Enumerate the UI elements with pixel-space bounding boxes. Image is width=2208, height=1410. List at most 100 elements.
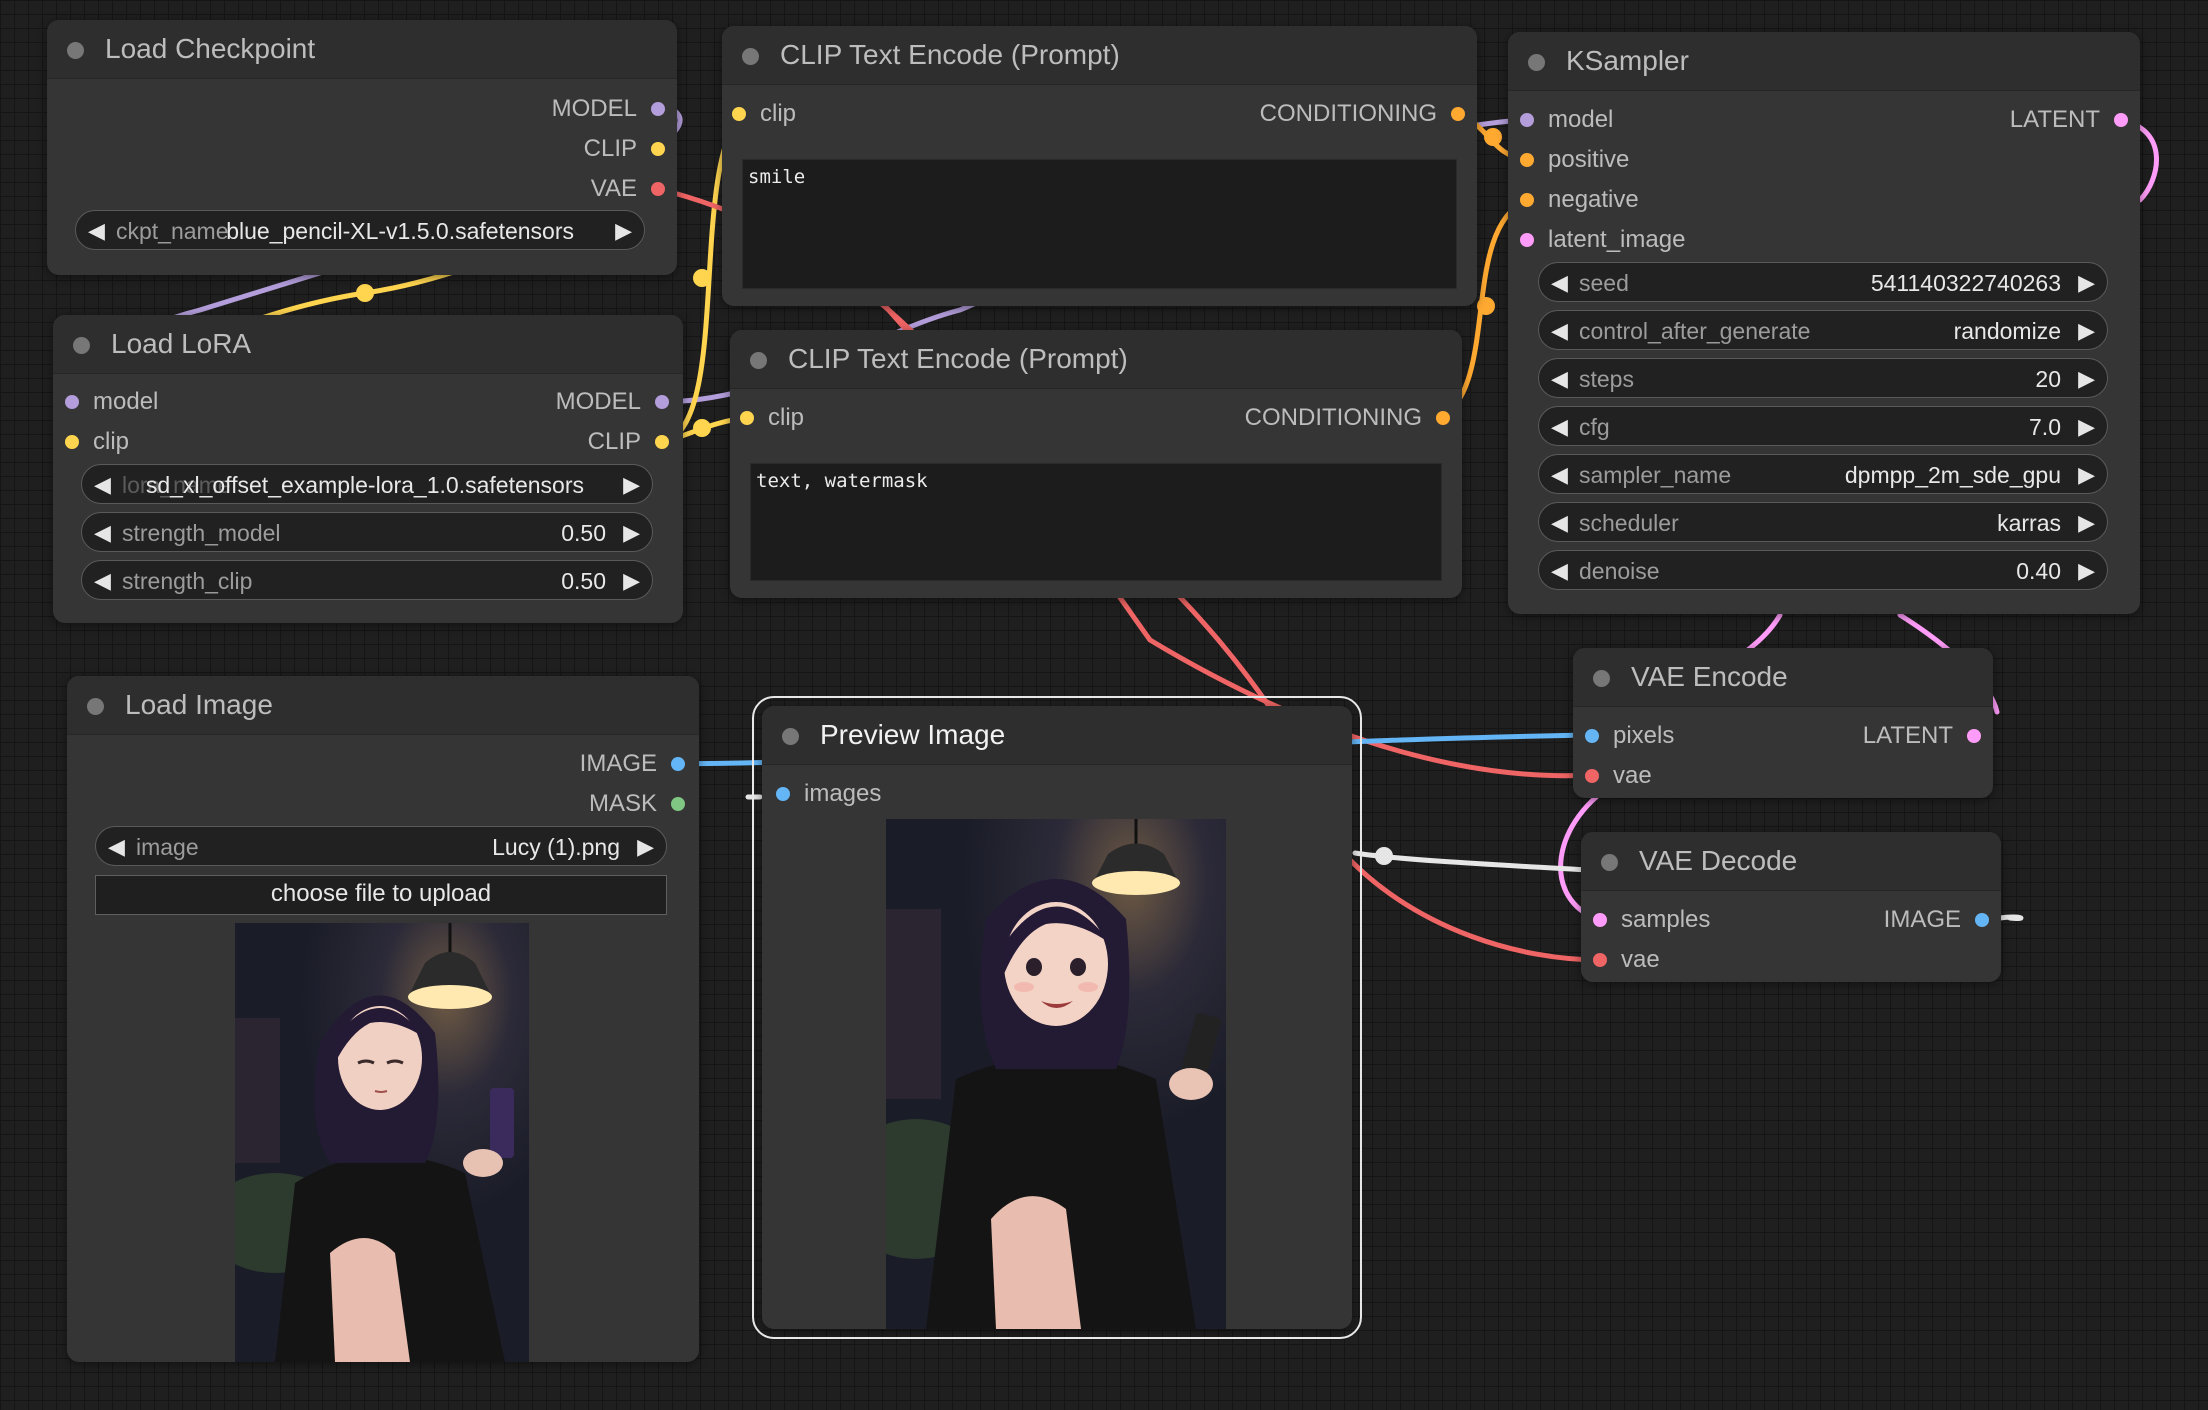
node-title-bar[interactable]: Load Image	[67, 676, 699, 735]
collapse-dot-icon[interactable]	[87, 698, 104, 715]
decrement-arrow-icon[interactable]: ◀	[1551, 558, 1568, 584]
node-title-bar[interactable]: CLIP Text Encode (Prompt)	[730, 330, 1462, 389]
input-slot-latent-image[interactable]: latent_image	[1520, 226, 1685, 254]
slot-dot-icon[interactable]	[1585, 729, 1599, 743]
slot-dot-icon[interactable]	[651, 142, 665, 156]
increment-arrow-icon[interactable]: ▶	[2078, 318, 2095, 344]
output-slot-vae[interactable]: VAE	[591, 175, 665, 203]
control-after-generate-widget[interactable]: ◀ control_after_generate randomize ▶	[1538, 310, 2108, 350]
slot-dot-icon[interactable]	[651, 182, 665, 196]
decrement-arrow-icon[interactable]: ◀	[1551, 510, 1568, 536]
decrement-arrow-icon[interactable]: ◀	[1551, 366, 1568, 392]
output-slot-clip[interactable]: CLIP	[584, 135, 665, 163]
increment-arrow-icon[interactable]: ▶	[637, 834, 654, 860]
upload-button[interactable]: choose file to upload	[95, 875, 667, 915]
sampler-name-widget[interactable]: ◀ sampler_name dpmpp_2m_sde_gpu ▶	[1538, 454, 2108, 494]
ckpt-name-combo[interactable]: ◀ ckpt_name blue_pencil-XL-v1.5.0.safete…	[75, 210, 645, 250]
slot-dot-icon[interactable]	[1520, 193, 1534, 207]
slot-dot-icon[interactable]	[671, 797, 685, 811]
slot-dot-icon[interactable]	[2114, 113, 2128, 127]
input-slot-positive[interactable]: positive	[1520, 146, 1629, 174]
increment-arrow-icon[interactable]: ▶	[2078, 414, 2095, 440]
vae-decode-node[interactable]: VAE Decode samples vae IMAGE	[1581, 832, 2001, 982]
collapse-dot-icon[interactable]	[67, 42, 84, 59]
clip-text-encode-positive-node[interactable]: CLIP Text Encode (Prompt) clip CONDITION…	[722, 26, 1477, 306]
increment-arrow-icon[interactable]: ▶	[2078, 462, 2095, 488]
slot-dot-icon[interactable]	[1436, 411, 1450, 425]
decrement-arrow-icon[interactable]: ◀	[94, 472, 111, 498]
slot-dot-icon[interactable]	[1967, 729, 1981, 743]
slot-dot-icon[interactable]	[776, 787, 790, 801]
decrement-arrow-icon[interactable]: ◀	[1551, 318, 1568, 344]
strength-clip-widget[interactable]: ◀ strength_clip 0.50 ▶	[81, 560, 653, 600]
decrement-arrow-icon[interactable]: ◀	[108, 834, 125, 860]
input-slot-model[interactable]: model	[1520, 106, 1613, 134]
collapse-dot-icon[interactable]	[1593, 670, 1610, 687]
decrement-arrow-icon[interactable]: ◀	[1551, 462, 1568, 488]
input-slot-pixels[interactable]: pixels	[1585, 722, 1674, 750]
output-slot-conditioning[interactable]: CONDITIONING	[1245, 404, 1450, 432]
decrement-arrow-icon[interactable]: ◀	[94, 568, 111, 594]
ksampler-node[interactable]: KSampler model positive negative latent_…	[1508, 32, 2140, 614]
output-slot-latent[interactable]: LATENT	[1863, 722, 1981, 750]
load-checkpoint-node[interactable]: Load Checkpoint MODEL CLIP VAE ◀ ckpt_na…	[47, 20, 677, 275]
collapse-dot-icon[interactable]	[1528, 54, 1545, 71]
collapse-dot-icon[interactable]	[742, 48, 759, 65]
output-slot-image[interactable]: IMAGE	[1884, 906, 1989, 934]
prompt-textarea[interactable]: text, watermask	[750, 463, 1442, 581]
collapse-dot-icon[interactable]	[782, 728, 799, 745]
slot-dot-icon[interactable]	[1585, 769, 1599, 783]
output-slot-model[interactable]: MODEL	[556, 388, 669, 416]
load-lora-node[interactable]: Load LoRA model clip MODEL CLIP ◀ lora_n…	[53, 315, 683, 623]
load-image-node[interactable]: Load Image IMAGE MASK ◀ image Lucy (1).p…	[67, 676, 699, 1362]
slot-dot-icon[interactable]	[671, 757, 685, 771]
preview-image-node[interactable]: Preview Image images	[752, 696, 1362, 1339]
decrement-arrow-icon[interactable]: ◀	[94, 520, 111, 546]
prompt-textarea[interactable]: smile	[742, 159, 1457, 289]
node-title-bar[interactable]: CLIP Text Encode (Prompt)	[722, 26, 1477, 85]
seed-widget[interactable]: ◀ seed 541140322740263 ▶	[1538, 262, 2108, 302]
collapse-dot-icon[interactable]	[750, 352, 767, 369]
node-title-bar[interactable]: Preview Image	[762, 706, 1352, 765]
slot-dot-icon[interactable]	[740, 411, 754, 425]
collapse-dot-icon[interactable]	[73, 337, 90, 354]
vae-encode-node[interactable]: VAE Encode pixels vae LATENT	[1573, 648, 1993, 798]
slot-dot-icon[interactable]	[1451, 107, 1465, 121]
node-title-bar[interactable]: VAE Decode	[1581, 832, 2001, 891]
slot-dot-icon[interactable]	[1975, 913, 1989, 927]
input-slot-images[interactable]: images	[776, 780, 881, 808]
slot-dot-icon[interactable]	[655, 435, 669, 449]
input-slot-negative[interactable]: negative	[1520, 186, 1639, 214]
input-slot-clip[interactable]: clip	[740, 404, 804, 432]
decrement-arrow-icon[interactable]: ◀	[1551, 414, 1568, 440]
increment-arrow-icon[interactable]: ▶	[2078, 366, 2095, 392]
node-title-bar[interactable]: VAE Encode	[1573, 648, 1993, 707]
output-slot-mask[interactable]: MASK	[589, 790, 685, 818]
slot-dot-icon[interactable]	[65, 395, 79, 409]
scheduler-widget[interactable]: ◀ scheduler karras ▶	[1538, 502, 2108, 542]
strength-model-widget[interactable]: ◀ strength_model 0.50 ▶	[81, 512, 653, 552]
output-slot-conditioning[interactable]: CONDITIONING	[1260, 100, 1465, 128]
steps-widget[interactable]: ◀ steps 20 ▶	[1538, 358, 2108, 398]
increment-arrow-icon[interactable]: ▶	[623, 568, 640, 594]
input-slot-clip[interactable]: clip	[732, 100, 796, 128]
slot-dot-icon[interactable]	[1520, 233, 1534, 247]
output-slot-clip[interactable]: CLIP	[588, 428, 669, 456]
node-title-bar[interactable]: Load Checkpoint	[47, 20, 677, 79]
decrement-arrow-icon[interactable]: ◀	[88, 218, 105, 244]
collapse-dot-icon[interactable]	[1601, 854, 1618, 871]
cfg-widget[interactable]: ◀ cfg 7.0 ▶	[1538, 406, 2108, 446]
image-combo[interactable]: ◀ image Lucy (1).png ▶	[95, 826, 667, 866]
input-slot-samples[interactable]: samples	[1593, 906, 1710, 934]
slot-dot-icon[interactable]	[1593, 953, 1607, 967]
slot-dot-icon[interactable]	[732, 107, 746, 121]
increment-arrow-icon[interactable]: ▶	[623, 520, 640, 546]
slot-dot-icon[interactable]	[655, 395, 669, 409]
slot-dot-icon[interactable]	[1520, 153, 1534, 167]
denoise-widget[interactable]: ◀ denoise 0.40 ▶	[1538, 550, 2108, 590]
slot-dot-icon[interactable]	[651, 102, 665, 116]
increment-arrow-icon[interactable]: ▶	[2078, 270, 2095, 296]
output-slot-latent[interactable]: LATENT	[2010, 106, 2128, 134]
input-slot-model[interactable]: model	[65, 388, 158, 416]
node-title-bar[interactable]: KSampler	[1508, 32, 2140, 91]
